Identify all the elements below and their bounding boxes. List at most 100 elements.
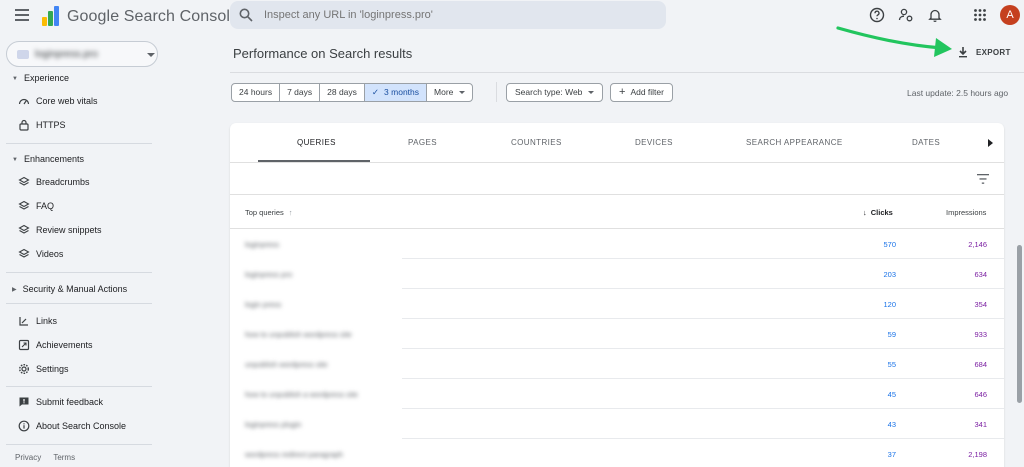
chip-24-hours[interactable]: 24 hours [232,84,280,101]
page-scrollbar[interactable] [1017,245,1022,403]
tabs-scroll-right-icon[interactable] [988,139,993,147]
sidebar-divider [6,303,152,304]
search-type-filter[interactable]: Search type: Web [506,83,603,102]
table-row[interactable]: how to unpublish wordpress site 59 933 [230,319,1004,349]
sidebar-section-enhancements[interactable]: ▼Enhancements [12,154,84,164]
privacy-link[interactable]: Privacy [15,453,41,462]
table-row[interactable]: unpublish wordpress site 55 684 [230,349,1004,379]
chevron-down-icon [588,91,594,94]
layers-icon [18,248,30,260]
table-row[interactable]: loginpress pro 203 634 [230,259,1004,289]
table-filter-row [230,163,1004,195]
tab-pages[interactable]: PAGES [408,138,437,147]
page-title: Performance on Search results [233,46,412,61]
clicks-value: 55 [888,360,896,369]
url-inspect-bar[interactable] [230,1,666,29]
query-text: how to unpublish wordpress site [245,330,352,339]
links-icon [18,315,30,327]
impressions-value: 354 [974,300,987,309]
chip-more[interactable]: More [427,84,472,101]
query-text: loginpress plugin [245,420,301,429]
layers-icon [18,224,30,236]
sidebar-section-security[interactable]: ▶Security & Manual Actions [12,284,127,294]
property-selector[interactable]: loginpress.pro [6,41,158,67]
terms-link[interactable]: Terms [53,453,75,462]
query-text: loginpress [245,240,279,249]
tab-devices[interactable]: DEVICES [635,138,673,147]
plus-icon: + [619,86,625,98]
impressions-value: 684 [974,360,987,369]
apps-grid-icon[interactable] [972,7,988,23]
tab-dates[interactable]: DATES [912,138,940,147]
impressions-value: 634 [974,270,987,279]
layers-icon [18,200,30,212]
feedback-icon [18,396,30,408]
url-inspect-input[interactable] [264,5,654,25]
table-row[interactable]: how to unpublish a wordpress site 45 646 [230,379,1004,409]
collapse-triangle-icon: ▼ [12,157,18,163]
query-text: unpublish wordpress site [245,360,328,369]
expand-triangle-icon: ▶ [12,286,17,293]
impressions-value: 2,198 [968,450,987,459]
layers-icon [18,176,30,188]
annotation-arrow [830,24,960,60]
notifications-bell-icon[interactable] [927,7,943,23]
info-icon [18,420,30,432]
header-clicks[interactable]: ↓Clicks [863,208,893,217]
account-avatar[interactable]: A [1000,5,1020,25]
filter-separator [496,82,497,102]
sidebar-footer: Privacy Terms [15,453,85,462]
table-row[interactable]: loginpress 570 2,146 [230,229,1004,259]
table-row[interactable]: loginpress plugin 43 341 [230,409,1004,439]
sidebar-divider [6,143,152,144]
results-card: QUERIES PAGES COUNTRIES DEVICES SEARCH A… [230,123,1004,467]
clicks-value: 120 [883,300,896,309]
clicks-value: 59 [888,330,896,339]
sidebar-divider [6,444,152,445]
add-filter-button[interactable]: +Add filter [610,83,673,102]
impressions-value: 2,146 [968,240,987,249]
chip-7-days[interactable]: 7 days [280,84,320,101]
query-text: login press [245,300,281,309]
table-row[interactable]: login press 120 354 [230,289,1004,319]
property-name: loginpress.pro [35,49,98,60]
sidebar-divider [6,386,152,387]
filter-rows-icon[interactable] [977,174,989,184]
header-impressions[interactable]: Impressions [946,208,986,217]
impressions-value: 341 [974,420,987,429]
table-header: Top queries↑ ↓Clicks Impressions [230,195,1004,229]
query-text: wordpress redirect paragraph [245,450,343,459]
sort-arrow-down-icon: ↓ [863,208,867,217]
clicks-value: 570 [883,240,896,249]
collapse-triangle-icon: ▼ [12,76,18,82]
date-range-chips: 24 hours 7 days 28 days ✓3 months More [231,83,473,102]
impressions-value: 933 [974,330,987,339]
tab-search-appearance[interactable]: SEARCH APPEARANCE [746,138,843,147]
chevron-down-icon [459,91,465,94]
active-tab-indicator [258,160,370,162]
search-console-logo-icon [42,6,60,26]
clicks-value: 45 [888,390,896,399]
impressions-value: 646 [974,390,987,399]
menu-icon[interactable] [15,9,29,21]
manage-users-icon[interactable] [898,7,914,23]
query-text: loginpress pro [245,270,292,279]
clicks-value: 37 [888,450,896,459]
sidebar-divider [6,272,152,273]
tab-queries[interactable]: QUERIES [297,138,336,147]
sort-arrow-up-icon: ↑ [289,208,293,217]
help-icon[interactable] [869,7,885,23]
tab-countries[interactable]: COUNTRIES [511,138,562,147]
header-top-queries[interactable]: Top queries↑ [245,208,293,217]
chip-28-days[interactable]: 28 days [320,84,365,101]
search-icon [239,8,253,22]
open-external-icon [18,339,30,351]
query-text: how to unpublish a wordpress site [245,390,358,399]
sidebar-section-experience[interactable]: ▼Experience [12,73,69,83]
chip-3-months[interactable]: ✓3 months [365,84,427,101]
clicks-value: 43 [888,420,896,429]
clicks-value: 203 [883,270,896,279]
download-icon [957,46,969,58]
table-row[interactable]: wordpress redirect paragraph 37 2,198 [230,439,1004,467]
brand-title[interactable]: Google Search Console [67,8,239,26]
